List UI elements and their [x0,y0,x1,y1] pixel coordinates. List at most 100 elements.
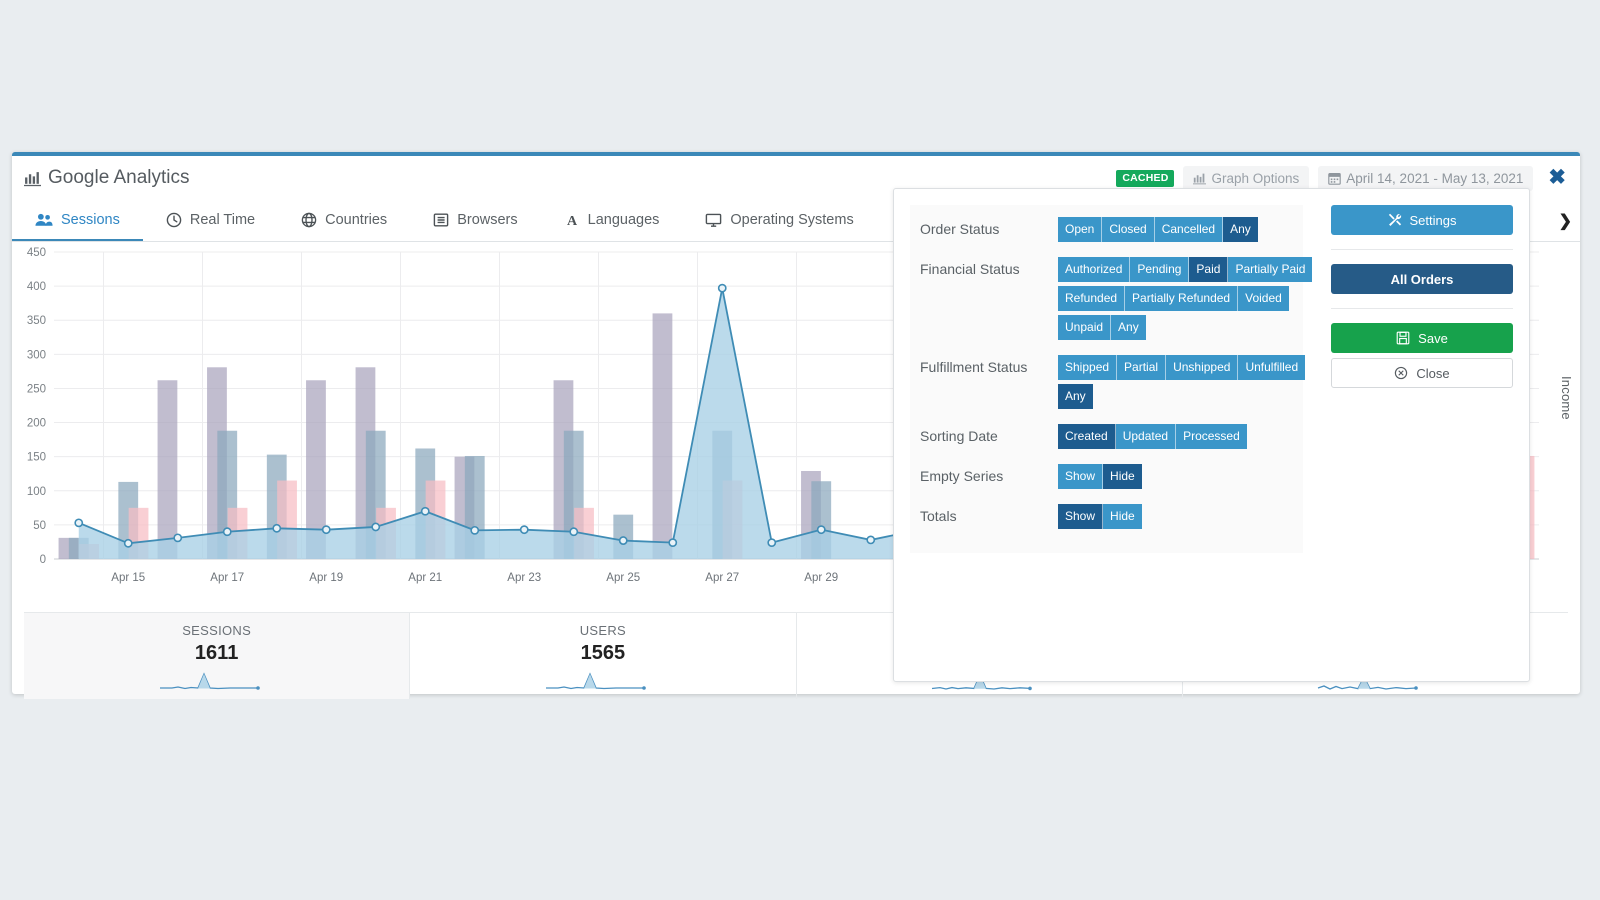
save-button[interactable]: Save [1331,323,1513,353]
filter-option-show[interactable]: Show [1058,464,1103,489]
filter-label: Order Status [920,217,1058,237]
filter-option-show[interactable]: Show [1058,504,1103,529]
filter-option-created[interactable]: Created [1058,424,1116,449]
tab-operating-systems[interactable]: Operating Systems [682,200,876,242]
divider [1331,308,1513,309]
tab-label: Real Time [190,212,255,228]
filter-option-hide[interactable]: Hide [1103,464,1142,489]
close-button[interactable]: Close [1331,358,1513,388]
filter-options: ShippedPartialUnshippedUnfulfilledAny [1058,355,1290,411]
sparkline-svg [158,669,276,693]
filter-label: Fulfillment Status [920,355,1058,375]
tab-label: Browsers [457,212,517,228]
filter-option-closed[interactable]: Closed [1102,217,1154,242]
filter-option-voided[interactable]: Voided [1238,286,1289,311]
graph-options-button[interactable]: Graph Options [1183,166,1309,191]
svg-text:A: A [567,214,578,228]
filter-option-cancelled[interactable]: Cancelled [1155,217,1223,242]
filter-row-fulfillment-status: Fulfillment StatusShippedPartialUnshippe… [920,355,1293,411]
filter-option-unfulfilled[interactable]: Unfulfilled [1238,355,1305,380]
sparkline [414,669,791,695]
svg-text:Apr 17: Apr 17 [210,572,244,584]
settings-button[interactable]: Settings [1331,205,1513,235]
filter-option-group: ShippedPartialUnshippedUnfulfilled [1058,355,1305,380]
svg-text:Apr 23: Apr 23 [507,572,541,584]
filter-options-area: Order StatusOpenClosedCancelledAnyFinanc… [910,205,1303,553]
filter-option-group: ShowHide [1058,504,1142,529]
filters-panel: Order StatusOpenClosedCancelledAnyFinanc… [893,188,1530,682]
filter-label: Financial Status [920,257,1058,277]
filter-option-authorized[interactable]: Authorized [1058,257,1130,282]
filter-row-financial-status: Financial StatusAuthorizedPendingPaid Par… [920,257,1293,342]
filter-option-updated[interactable]: Updated [1116,424,1176,449]
stat-label: USERS [414,623,791,638]
svg-text:450: 450 [27,247,46,259]
tab-languages[interactable]: A Languages [541,200,683,242]
tab-label: Languages [588,212,660,228]
date-range-button[interactable]: April 14, 2021 - May 13, 2021 [1318,166,1533,191]
status-badge-cached: CACHED [1116,170,1174,187]
filter-option-shipped[interactable]: Shipped [1058,355,1117,380]
filter-option-any[interactable]: Any [1111,315,1146,340]
filter-options: ShowHide [1058,464,1142,491]
all-orders-button[interactable]: All Orders [1331,264,1513,294]
stat-users[interactable]: USERS 1565 [410,613,796,699]
tab-label: Operating Systems [730,212,853,228]
filter-option-any[interactable]: Any [1223,217,1258,242]
tab-browsers[interactable]: Browsers [410,200,540,242]
filter-row-empty-series: Empty SeriesShowHide [920,464,1293,491]
save-label: Save [1418,331,1448,346]
filter-option-hide[interactable]: Hide [1103,504,1142,529]
filter-option-pending[interactable]: Pending [1130,257,1189,282]
settings-label: Settings [1410,213,1457,228]
filter-row-sorting-date: Sorting DateCreatedUpdatedProcessed [920,424,1293,451]
svg-text:0: 0 [40,554,46,566]
filter-option-group: RefundedPartially RefundedVoided [1058,286,1289,311]
all-orders-label: All Orders [1391,272,1454,287]
filter-label: Sorting Date [920,424,1058,444]
filter-option-paid[interactable]: Paid [1189,257,1228,282]
chevron-right-icon[interactable]: ❯ [1551,200,1580,242]
divider [1331,249,1513,250]
filter-option-open[interactable]: Open [1058,217,1102,242]
sparkline-svg [544,669,662,693]
svg-text:400: 400 [27,281,46,293]
filter-option-partially-refunded[interactable]: Partially Refunded [1125,286,1238,311]
page-title: Google Analytics [24,167,190,189]
titlebar-actions: CACHED Graph Options [1116,166,1570,191]
tab-countries[interactable]: Countries [278,200,410,242]
filter-option-unpaid[interactable]: Unpaid [1058,315,1111,340]
stat-value: 1611 [28,642,405,665]
filter-row-totals: TotalsShowHide [920,504,1293,531]
tab-label: Countries [325,212,387,228]
stat-sessions[interactable]: SESSIONS 1611 [24,613,410,699]
svg-text:Apr 19: Apr 19 [309,572,343,584]
panel-actions: Settings All Orders Save [1303,205,1499,553]
filter-option-any[interactable]: Any [1058,384,1093,409]
filter-option-refunded[interactable]: Refunded [1058,286,1125,311]
filter-option-processed[interactable]: Processed [1176,424,1247,449]
svg-text:150: 150 [27,452,46,464]
filter-option-group: ShowHide [1058,464,1142,489]
list-icon [433,212,449,228]
globe-icon [301,212,317,228]
tab-sessions[interactable]: Sessions [12,200,143,242]
filter-option-partial[interactable]: Partial [1117,355,1166,380]
filter-option-unshipped[interactable]: Unshipped [1166,355,1238,380]
axis-label-income: Income [1559,376,1574,420]
stat-label: SESSIONS [28,623,405,638]
close-icon[interactable]: ✖ [1542,167,1570,190]
filter-option-group: Any [1058,384,1093,409]
stat-value: 1565 [414,642,791,665]
filter-option-group: OpenClosedCancelledAny [1058,217,1258,242]
tab-real-time[interactable]: Real Time [143,200,278,242]
svg-text:250: 250 [27,383,46,395]
clock-icon [166,212,182,228]
date-range-label: April 14, 2021 - May 13, 2021 [1346,171,1523,186]
filter-option-partially-paid[interactable]: Partially Paid [1228,257,1312,282]
close-label: Close [1416,366,1449,381]
filter-option-group: CreatedUpdatedProcessed [1058,424,1247,449]
desktop-icon [705,212,722,228]
filter-options: CreatedUpdatedProcessed [1058,424,1247,451]
circle-x-icon [1394,366,1408,380]
